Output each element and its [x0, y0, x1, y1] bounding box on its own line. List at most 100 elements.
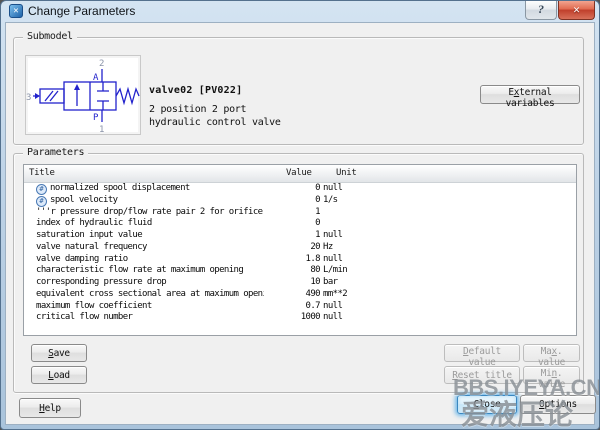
param-unit: null: [320, 230, 576, 242]
submodel-group-label: Submodel: [23, 31, 77, 42]
param-unit: [320, 218, 576, 230]
default-value-button[interactable]: Default value: [444, 344, 520, 362]
param-title: corresponding pressure drop: [24, 277, 264, 289]
param-value[interactable]: 1: [264, 207, 320, 219]
button-label: oad: [54, 370, 70, 381]
param-unit: null: [320, 254, 576, 266]
param-title: #normalized spool displacement: [24, 183, 264, 195]
table-row[interactable]: critical flow number 1000null: [24, 312, 576, 324]
param-title: equivalent cross sectional area at maxim…: [24, 289, 264, 301]
param-unit: L/min: [320, 265, 576, 277]
external-variables-button[interactable]: External variables: [480, 85, 580, 104]
param-value[interactable]: 20: [264, 242, 320, 254]
column-header-value: Value: [264, 165, 320, 182]
table-row[interactable]: #normalized spool displacement0null: [24, 183, 576, 195]
param-title-text: index of hydraulic fluid: [36, 218, 152, 230]
parameters-table: Title Value Unit #normalized spool displ…: [23, 164, 577, 336]
window-title: Change Parameters: [28, 4, 135, 18]
param-value[interactable]: 1000: [264, 312, 320, 324]
table-row[interactable]: valve damping ratio 1.8null: [24, 254, 576, 266]
param-title-text: valve damping ratio: [36, 254, 128, 266]
port-label-2: 2: [99, 59, 104, 69]
param-title: maximum flow coefficient: [24, 301, 264, 313]
button-label: lose: [479, 399, 501, 410]
column-header-unit: Unit: [320, 165, 576, 182]
table-row[interactable]: '''r pressure drop/flow rate pair 2 for …: [24, 207, 576, 219]
table-row[interactable]: #spool velocity01/s: [24, 195, 576, 207]
param-title-text: spool velocity: [50, 195, 117, 207]
save-button[interactable]: Save: [31, 344, 87, 362]
param-title-text: characteristic flow rate at maximum open…: [36, 265, 243, 277]
table-row[interactable]: index of hydraulic fluid 0: [24, 218, 576, 230]
param-title: saturation input value: [24, 230, 264, 242]
param-title-text: valve natural frequency: [36, 242, 147, 254]
param-unit: null: [320, 312, 576, 324]
titlebar[interactable]: ✕ Change Parameters ? ✕: [1, 1, 599, 22]
titlebar-help-button[interactable]: ?: [525, 1, 557, 20]
param-title-text: '''r pressure drop/flow rate pair 2 for …: [36, 207, 264, 219]
parameters-table-body: #normalized spool displacement0null#spoo…: [24, 183, 576, 324]
max-value-button[interactable]: Max. value: [523, 344, 580, 362]
param-unit: null: [320, 183, 576, 195]
state-variable-icon: #: [36, 196, 47, 207]
button-label: Ma: [541, 346, 552, 357]
param-unit: bar: [320, 277, 576, 289]
param-title-text: corresponding pressure drop: [36, 277, 166, 289]
param-title-text: equivalent cross sectional area at maxim…: [36, 289, 264, 301]
reset-title-button[interactable]: Reset title: [444, 366, 520, 384]
submodel-name: valve02 [PV022]: [149, 85, 242, 96]
param-value[interactable]: 10: [264, 277, 320, 289]
port-label-3: 3: [26, 93, 31, 103]
param-title-text: normalized spool displacement: [50, 183, 190, 195]
port-label-1: 1: [99, 125, 104, 134]
table-row[interactable]: valve natural frequency 20Hz: [24, 242, 576, 254]
param-value[interactable]: 1: [264, 230, 320, 242]
parameters-group-label: Parameters: [23, 147, 88, 158]
table-row[interactable]: characteristic flow rate at maximum open…: [24, 265, 576, 277]
port-label-A: A: [93, 73, 99, 83]
column-header-title: Title: [24, 165, 264, 182]
state-variable-icon: #: [36, 184, 47, 195]
change-parameters-dialog: ✕ Change Parameters ? ✕ Submodel: [0, 0, 600, 430]
param-title-text: maximum flow coefficient: [36, 301, 152, 313]
param-value[interactable]: 1.8: [264, 254, 320, 266]
titlebar-close-button[interactable]: ✕: [558, 1, 595, 20]
param-value[interactable]: 0: [264, 183, 320, 195]
param-value[interactable]: 0: [264, 218, 320, 230]
options-button[interactable]: Options: [520, 395, 596, 414]
table-row[interactable]: equivalent cross sectional area at maxim…: [24, 289, 576, 301]
param-title: critical flow number: [24, 312, 264, 324]
table-row[interactable]: maximum flow coefficient 0.7null: [24, 301, 576, 313]
param-unit: 1/s: [320, 195, 576, 207]
param-title: valve natural frequency: [24, 242, 264, 254]
param-title: index of hydraulic fluid: [24, 218, 264, 230]
button-label: eset title: [458, 370, 512, 381]
button-label: ptions: [544, 399, 577, 410]
parameters-table-header: Title Value Unit: [24, 165, 576, 183]
load-button[interactable]: Load: [31, 366, 87, 384]
param-title: valve damping ratio: [24, 254, 264, 266]
param-title: characteristic flow rate at maximum open…: [24, 265, 264, 277]
param-value[interactable]: 0: [264, 195, 320, 207]
param-unit: null: [320, 301, 576, 313]
dialog-client-area: Submodel: [5, 22, 595, 425]
button-label: Mi: [541, 368, 552, 379]
param-value[interactable]: 80: [264, 265, 320, 277]
min-value-button[interactable]: Min. value: [523, 366, 580, 384]
help-button[interactable]: Help: [19, 398, 81, 418]
param-value[interactable]: 0.7: [264, 301, 320, 313]
valve-schematic-box: 2 1 3 A P: [25, 55, 141, 135]
close-button[interactable]: Close: [457, 395, 517, 414]
valve-schematic-icon: 2 1 3 A P: [26, 56, 140, 134]
param-title: '''r pressure drop/flow rate pair 2 for …: [24, 207, 264, 219]
port-label-P: P: [93, 113, 99, 123]
app-icon[interactable]: ✕: [9, 4, 23, 18]
submodel-description-line1: 2 position 2 port: [149, 104, 246, 115]
param-value[interactable]: 490: [264, 289, 320, 301]
param-title-text: critical flow number: [36, 312, 132, 324]
param-unit: mm**2: [320, 289, 576, 301]
param-title: #spool velocity: [24, 195, 264, 207]
table-row[interactable]: saturation input value1null: [24, 230, 576, 242]
table-row[interactable]: corresponding pressure drop 10bar: [24, 277, 576, 289]
param-unit: Hz: [320, 242, 576, 254]
